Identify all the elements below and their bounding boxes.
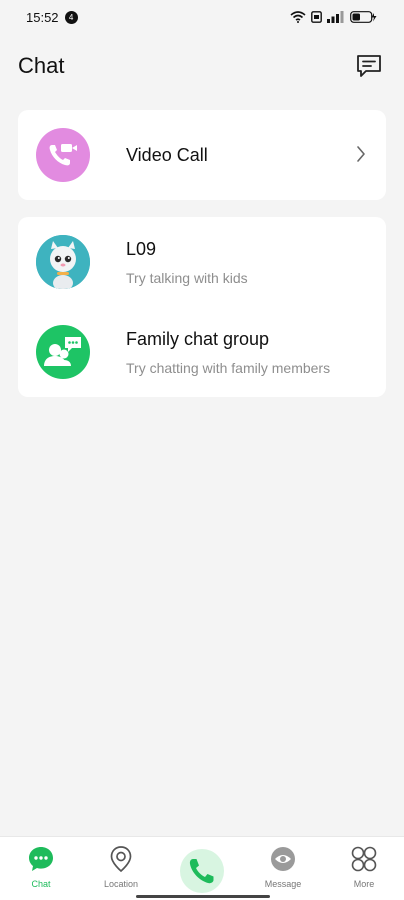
chat-item-subtitle: Try chatting with family members	[126, 359, 331, 376]
location-pin-icon	[107, 845, 135, 873]
home-indicator[interactable]	[136, 895, 270, 898]
chat-list-card: L09 Try talking with kids Family chat gr…	[18, 217, 386, 397]
grid-icon	[350, 845, 378, 873]
nav-label-location: Location	[103, 879, 139, 889]
chat-item-text: L09 Try talking with kids	[126, 239, 248, 286]
status-right	[290, 11, 378, 23]
new-message-button[interactable]	[354, 51, 384, 81]
bottom-nav: Chat Location Message More	[0, 836, 404, 900]
battery-icon	[350, 11, 377, 23]
eye-icon	[269, 845, 297, 873]
video-call-icon	[49, 144, 77, 166]
chat-item-subtitle: Try talking with kids	[126, 269, 248, 286]
video-call-card[interactable]: Video Call	[18, 110, 386, 200]
status-left: 15:52 4	[26, 10, 78, 25]
video-call-label: Video Call	[126, 144, 208, 165]
nav-tab-location[interactable]: Location	[81, 845, 161, 889]
signal-icon	[327, 11, 344, 23]
chat-item-l09[interactable]: L09 Try talking with kids	[18, 217, 386, 307]
notification-badge: 4	[64, 10, 78, 24]
nav-label-message: Message	[264, 879, 302, 889]
chat-icon	[27, 845, 55, 873]
kid-robot-icon	[36, 235, 90, 289]
phone-icon	[189, 859, 214, 884]
nav-label-chat: Chat	[31, 879, 51, 889]
video-call-avatar	[36, 128, 90, 182]
message-square-icon	[357, 55, 381, 77]
chat-item-title: Family chat group	[126, 328, 270, 349]
chat-item-family-group[interactable]: Family chat group Try chatting with fami…	[18, 307, 386, 397]
status-bar: 15:52 4	[0, 0, 404, 34]
chevron-right-icon	[357, 146, 365, 162]
nav-tab-chat[interactable]: Chat	[1, 845, 81, 889]
nav-tab-more[interactable]: More	[324, 845, 404, 889]
chat-item-text: Family chat group Try chatting with fami…	[126, 329, 330, 376]
wifi-icon	[290, 11, 306, 23]
status-time: 15:52	[26, 9, 59, 25]
chat-item-title: L09	[126, 238, 157, 259]
kid-avatar	[36, 235, 90, 289]
header: Chat	[0, 44, 404, 88]
sim-icon	[311, 11, 322, 23]
family-group-icon	[44, 337, 81, 366]
nav-label-more: More	[353, 879, 375, 889]
page-title: Chat	[18, 53, 65, 78]
nav-tab-message[interactable]: Message	[243, 845, 323, 889]
video-call-text: Video Call	[126, 145, 208, 166]
family-group-avatar	[36, 325, 90, 379]
call-button[interactable]	[180, 849, 224, 893]
video-call-row[interactable]: Video Call	[18, 110, 386, 200]
